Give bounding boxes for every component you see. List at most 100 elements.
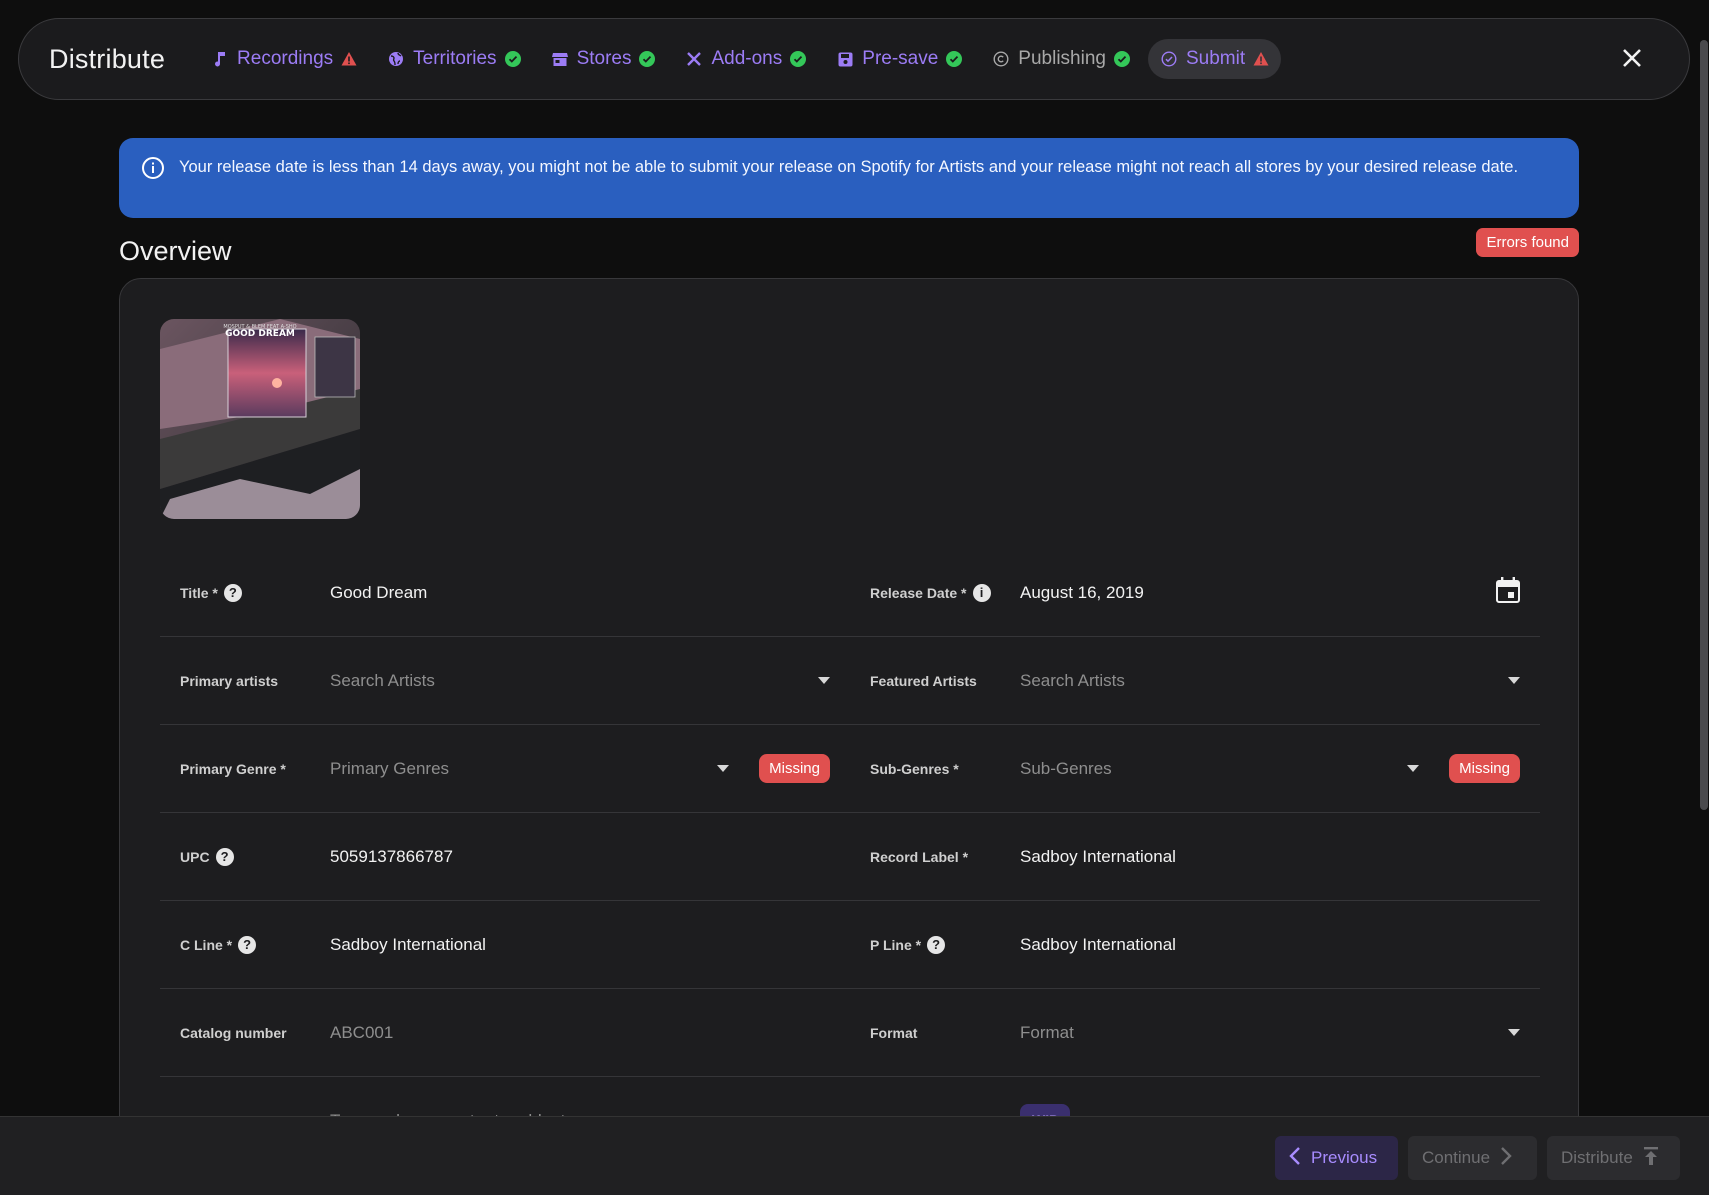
upc-input[interactable]: 5059137866787 bbox=[330, 847, 830, 867]
upc-label: UPC ? bbox=[180, 847, 330, 866]
check-badge-icon bbox=[504, 51, 521, 67]
c-line-label: C Line * ? bbox=[180, 935, 330, 954]
title-field[interactable]: Title * ? Good Dream bbox=[160, 549, 850, 636]
tab-territories[interactable]: Territories bbox=[375, 39, 532, 79]
check-badge-icon bbox=[790, 51, 807, 67]
p-line-label: P Line * ? bbox=[870, 935, 1020, 954]
primary-artists-field[interactable]: Primary artists Search Artists bbox=[160, 637, 850, 724]
catalog-number-input[interactable]: ABC001 bbox=[330, 1023, 830, 1043]
previous-label: Previous bbox=[1311, 1148, 1378, 1167]
check-circle-icon bbox=[1160, 50, 1178, 68]
primary-artists-input[interactable]: Search Artists bbox=[330, 671, 818, 691]
cover-title: GOOD DREAM bbox=[225, 329, 295, 339]
warning-icon bbox=[341, 51, 357, 67]
featured-artists-input[interactable]: Search Artists bbox=[1020, 671, 1508, 691]
tab-submit[interactable]: Submit bbox=[1147, 39, 1282, 79]
tab-submit-label: Submit bbox=[1185, 48, 1246, 69]
distribute-page: Distribute Recordings Territories Stores… bbox=[0, 0, 1709, 1195]
tab-stores-label: Stores bbox=[576, 48, 632, 69]
globe-icon bbox=[387, 50, 405, 68]
title-label: Title * ? bbox=[180, 583, 330, 602]
help-icon[interactable]: ? bbox=[215, 847, 234, 866]
title-label-text: Title * bbox=[180, 584, 218, 601]
c-line-field[interactable]: C Line * ? Sadboy International bbox=[160, 901, 850, 988]
errors-found-badge: Errors found bbox=[1476, 228, 1579, 257]
copyright-icon bbox=[992, 50, 1010, 68]
p-line-field[interactable]: P Line * ? Sadboy International bbox=[850, 901, 1540, 988]
primary-genre-select[interactable]: Primary Genres bbox=[330, 759, 717, 779]
release-date-label-text: Release Date * bbox=[870, 584, 967, 601]
p-line-input[interactable]: Sadboy International bbox=[1020, 935, 1520, 955]
field-row: UPC ? 5059137866787 Record Label * Sadbo… bbox=[160, 813, 1540, 901]
release-date-input[interactable]: August 16, 2019 bbox=[1020, 583, 1496, 603]
record-label-field[interactable]: Record Label * Sadboy International bbox=[850, 813, 1540, 900]
sub-genres-label: Sub-Genres * bbox=[870, 760, 959, 777]
chevron-down-icon[interactable] bbox=[1508, 677, 1520, 684]
chevron-right-icon bbox=[1500, 1146, 1512, 1171]
distribute-button[interactable]: Distribute bbox=[1547, 1136, 1680, 1180]
tab-recordings-label: Recordings bbox=[237, 48, 334, 69]
featured-artists-field[interactable]: Featured Artists Search Artists bbox=[850, 637, 1540, 724]
continue-button[interactable]: Continue bbox=[1408, 1136, 1537, 1180]
chevron-down-icon[interactable] bbox=[717, 765, 730, 772]
step-tabs: Recordings Territories Stores Add-ons Pr… bbox=[199, 39, 1282, 79]
warning-icon bbox=[1253, 51, 1269, 67]
check-badge-icon bbox=[1113, 51, 1130, 67]
overview-panel: GOOD DREAM MOSPUT & BLEM FEAT A-SHO Titl… bbox=[119, 278, 1579, 1178]
chevron-down-icon[interactable] bbox=[1407, 765, 1420, 772]
sub-genres-field[interactable]: Sub-Genres * Sub-Genres Missing bbox=[850, 725, 1540, 812]
close-button[interactable] bbox=[1617, 45, 1647, 75]
release-date-field[interactable]: Release Date * i August 16, 2019 bbox=[850, 549, 1540, 636]
tab-publishing[interactable]: Publishing bbox=[980, 39, 1142, 79]
record-label-label: Record Label * bbox=[870, 848, 969, 865]
field-row: C Line * ? Sadboy International P Line *… bbox=[160, 901, 1540, 989]
field-row: Primary artists Search Artists Featured … bbox=[160, 637, 1540, 725]
tab-pre-save-label: Pre-save bbox=[862, 48, 939, 69]
title-input[interactable]: Good Dream bbox=[330, 583, 830, 603]
primary-genre-label: Primary Genre * bbox=[180, 760, 286, 777]
upc-label-text: UPC bbox=[180, 848, 210, 865]
continue-label: Continue bbox=[1422, 1148, 1491, 1167]
calendar-icon[interactable] bbox=[1496, 577, 1520, 608]
upc-field[interactable]: UPC ? 5059137866787 bbox=[160, 813, 850, 900]
primary-genre-field[interactable]: Primary Genre * Primary Genres Missing bbox=[160, 725, 850, 812]
info-icon[interactable]: i bbox=[972, 583, 991, 602]
tab-pre-save[interactable]: Pre-save bbox=[824, 39, 974, 79]
check-badge-icon bbox=[639, 51, 656, 67]
close-icon bbox=[1622, 48, 1642, 73]
c-line-input[interactable]: Sadboy International bbox=[330, 935, 830, 955]
cover-art[interactable]: GOOD DREAM MOSPUT & BLEM FEAT A-SHO bbox=[160, 319, 360, 519]
chevron-down-icon[interactable] bbox=[818, 677, 830, 684]
c-line-label-text: C Line * bbox=[180, 936, 233, 953]
help-icon[interactable]: ? bbox=[223, 583, 242, 602]
format-select[interactable]: Format bbox=[1020, 1023, 1508, 1043]
tools-icon bbox=[685, 50, 703, 68]
primary-artists-label: Primary artists bbox=[180, 672, 279, 689]
featured-artists-label: Featured Artists bbox=[870, 672, 977, 689]
tab-publishing-label: Publishing bbox=[1018, 48, 1106, 69]
check-badge-icon bbox=[946, 51, 963, 67]
store-icon bbox=[551, 50, 569, 68]
record-label-input[interactable]: Sadboy International bbox=[1020, 847, 1520, 867]
overview-heading: Overview bbox=[119, 236, 232, 266]
scrollbar[interactable] bbox=[1700, 40, 1708, 810]
chevron-left-icon bbox=[1289, 1146, 1301, 1171]
previous-button[interactable]: Previous bbox=[1275, 1136, 1398, 1180]
sub-genres-select[interactable]: Sub-Genres bbox=[1020, 759, 1407, 779]
release-fields: Title * ? Good Dream Release Date * i Au… bbox=[160, 549, 1540, 1165]
footer-actions: Previous Continue Distribute bbox=[0, 1116, 1709, 1195]
tab-recordings[interactable]: Recordings bbox=[199, 39, 369, 79]
help-icon[interactable]: ? bbox=[238, 935, 257, 954]
catalog-number-field[interactable]: Catalog number ABC001 bbox=[160, 989, 850, 1076]
tab-add-ons[interactable]: Add-ons bbox=[673, 39, 818, 79]
format-label: Format bbox=[870, 1024, 918, 1041]
upload-icon bbox=[1643, 1146, 1659, 1171]
info-icon bbox=[141, 156, 165, 185]
tab-stores[interactable]: Stores bbox=[539, 39, 668, 79]
format-field[interactable]: Format Format bbox=[850, 989, 1540, 1076]
top-nav: Distribute Recordings Territories Stores… bbox=[18, 18, 1690, 100]
tab-add-ons-label: Add-ons bbox=[711, 48, 783, 69]
help-icon[interactable]: ? bbox=[927, 935, 946, 954]
save-icon bbox=[836, 50, 854, 68]
chevron-down-icon[interactable] bbox=[1508, 1029, 1520, 1036]
